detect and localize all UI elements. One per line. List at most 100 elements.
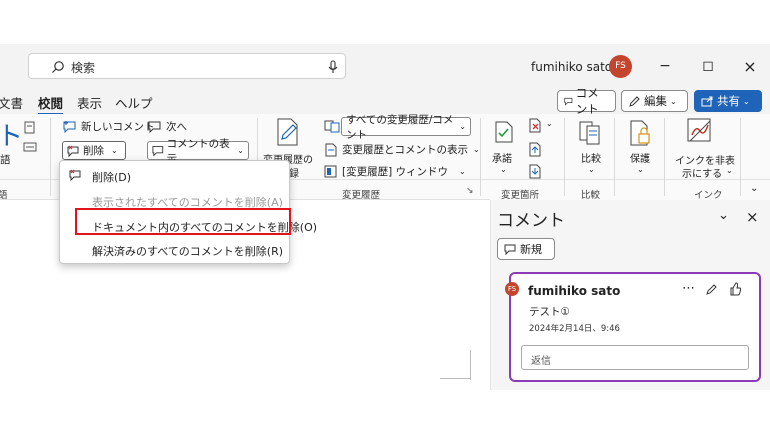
show-comments-icon [152,145,164,157]
chevron-down-icon[interactable]: ⌄ [637,165,644,174]
microphone-icon[interactable] [326,59,340,75]
comments-button-label: コメント [575,86,599,116]
tab-document[interactable]: 文書 [0,93,23,112]
menu-item-delete-resolved[interactable]: 解決済みのすべてのコメントを削除(R) [60,239,289,261]
hide-ink-label-2[interactable]: 示にする [682,165,722,180]
keyboard-icon[interactable] [23,142,37,152]
language-group-label: 語 [0,190,8,201]
avatar: FS [505,282,519,296]
protect-label[interactable]: 保護 [630,150,650,165]
dialog-launcher-icon[interactable]: ↘ [466,186,474,196]
delete-dropdown[interactable]: 削除 ⌄ [62,141,126,160]
restore-button[interactable]: ◻ [694,52,722,80]
reviewing-pane-label: [変更履歴] ウィンドウ [342,166,449,178]
search-placeholder: 検索 [71,61,96,75]
close-button[interactable]: × [736,52,764,80]
delete-comment-icon [67,145,79,157]
language-icon[interactable]: ト [0,116,23,153]
changes-group-label: 変更箇所 [501,190,540,201]
menu-item-delete-resolved-label: 解決済みのすべてのコメントを削除(R) [92,245,284,258]
editing-button-label: 編集 [644,94,667,108]
menu-item-delete-label: 削除(D) [92,171,132,184]
reject-icon[interactable] [528,118,542,133]
chevron-down-icon: ⌄ [459,122,466,131]
tab-help[interactable]: ヘルプ [115,93,153,112]
ribbon-separator [664,118,665,196]
chevron-down-icon[interactable]: ⌄ [726,166,733,175]
ribbon-separator [564,118,565,196]
reviewing-pane-button[interactable]: [変更履歴] ウィンドウ ⌄ [324,164,466,179]
accept-icon[interactable] [494,121,514,143]
chevron-down-icon: ⌄ [473,145,480,154]
compare-label[interactable]: 比較 [581,150,601,165]
editing-button[interactable]: 編集 ⌄ [621,90,688,112]
chevron-down-icon[interactable]: ⌄ [546,119,553,128]
new-comment-icon [504,244,516,255]
new-comment-pane-label: 新規 [520,243,542,256]
chevron-down-icon: ⌄ [670,96,677,106]
compare-icon[interactable] [578,120,602,146]
delete-label: 削除 [83,145,104,157]
show-markup-button[interactable]: 変更履歴とコメントの表示 ⌄ [324,142,480,157]
share-button[interactable]: 共有 ⌄ [694,90,762,112]
comments-pane-title: コメント [497,211,565,231]
markup-icon [324,119,340,133]
ribbon-separator [614,118,615,196]
comment-author: fumihiko sato [528,284,621,298]
markup-dropdown[interactable]: すべての変更履歴/コメント ⌄ [341,114,471,141]
hide-ink-icon[interactable] [686,117,714,145]
menu-item-delete[interactable]: 削除(D) [60,165,289,187]
pane-close-button[interactable]: × [746,208,759,226]
next-comment-button[interactable]: 次へ [148,119,187,134]
tracking-group-label: 変更履歴 [342,190,381,201]
chevron-down-icon: ⌄ [111,146,118,155]
reply-placeholder: 返信 [531,356,551,367]
protect-icon[interactable] [628,119,652,147]
next-comment-label: 次へ [166,121,187,133]
comment-text: テスト① [529,306,570,318]
reviewing-pane-icon [324,165,337,178]
search-box[interactable]: 検索 [28,53,346,79]
search-icon [51,60,65,74]
reply-input[interactable]: 返信 [521,345,749,370]
comments-button[interactable]: コメント [557,86,616,116]
highlight-box [75,208,291,235]
tab-review[interactable]: 校閲 [38,93,64,115]
collapse-ribbon-icon[interactable]: ⌄ [750,183,758,194]
new-comment-pane-button[interactable]: 新規 [497,238,555,260]
share-button-label: 共有 [717,94,740,108]
like-icon[interactable] [729,282,742,296]
next-change-icon[interactable] [528,164,542,179]
avatar[interactable]: FS [609,55,632,78]
clipboard-icon[interactable] [23,120,36,135]
previous-change-icon[interactable] [528,142,542,157]
chevron-down-icon[interactable]: ⌄ [500,165,507,174]
language-label[interactable]: 語 [0,152,11,167]
pencil-icon [629,95,640,107]
track-changes-icon[interactable] [275,117,301,147]
next-comment-icon [148,121,161,133]
ink-group-label: インク [694,190,723,201]
tab-view[interactable]: 表示 [77,93,102,112]
more-options-icon[interactable]: ⋯ [682,281,695,296]
chevron-down-icon: ⌄ [237,146,244,155]
compare-group-label: 比較 [581,190,601,201]
ribbon-separator [740,118,741,196]
new-comment-button[interactable]: 新しいコメント [63,119,155,134]
pane-options-icon[interactable]: ⌄ [718,208,729,223]
page-corner-mark [470,350,471,380]
user-name[interactable]: fumihiko sato [531,60,612,74]
page-corner-mark [440,378,470,379]
accept-label[interactable]: 承諾 [492,150,512,165]
show-comments-dropdown[interactable]: コメントの表示 ⌄ [147,138,249,165]
ribbon-separator [50,118,51,196]
edit-comment-icon[interactable] [705,283,718,296]
show-markup-label: 変更履歴とコメントの表示 [342,144,468,156]
chevron-down-icon[interactable]: ⌄ [588,165,595,174]
ribbon-separator [480,118,481,196]
track-changes-label-2[interactable]: 録 [289,165,299,180]
minimize-button[interactable]: − [651,52,679,80]
delete-comment-icon [69,169,82,181]
comment-icon [564,97,573,106]
new-comment-icon [63,121,76,133]
